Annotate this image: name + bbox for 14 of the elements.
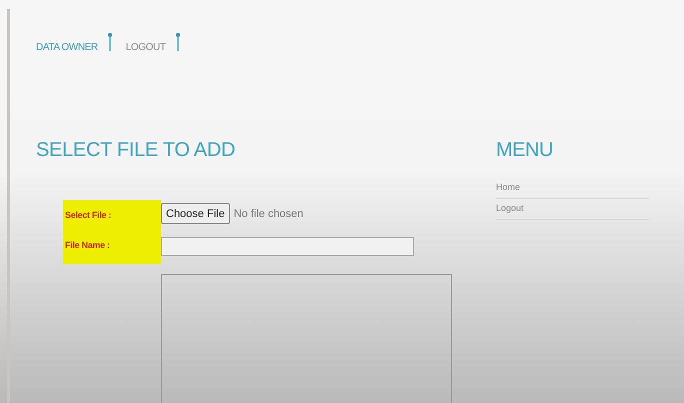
file-status: No file chosen — [234, 208, 304, 220]
nav-link[interactable]: LOGOUT — [126, 42, 166, 53]
page-title: SELECT FILE TO ADD — [36, 139, 236, 162]
menu-link[interactable]: Home — [496, 178, 649, 199]
form-label: Select File : — [65, 210, 112, 220]
choose-file-button[interactable]: Choose File — [161, 203, 230, 224]
text-area[interactable] — [161, 274, 452, 403]
pin-icon — [108, 33, 112, 51]
menu-link[interactable]: Logout — [496, 199, 649, 220]
pin-icon — [176, 33, 180, 51]
form-label: File Name : — [65, 240, 111, 250]
nav-link[interactable]: DATA OWNER — [36, 42, 98, 53]
menu-title: MENU — [496, 139, 554, 162]
file-name-field[interactable] — [161, 237, 414, 256]
